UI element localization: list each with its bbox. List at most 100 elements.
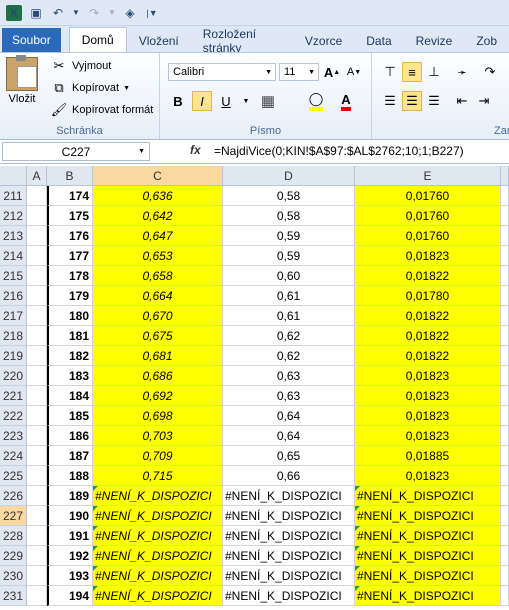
- cell-a[interactable]: [27, 506, 47, 526]
- cell-b[interactable]: 184: [47, 386, 93, 406]
- cell-f[interactable]: [501, 546, 509, 566]
- cell-c[interactable]: #NENÍ_K_DISPOZICI: [93, 566, 223, 586]
- cell-e[interactable]: 0,01760: [355, 186, 501, 206]
- cell-b[interactable]: 177: [47, 246, 93, 266]
- tab-view[interactable]: Zob: [464, 30, 509, 52]
- cell-d[interactable]: 0,59: [223, 226, 355, 246]
- cell-c[interactable]: #NENÍ_K_DISPOZICI: [93, 526, 223, 546]
- fill-color-icon[interactable]: ◯: [306, 91, 326, 111]
- cell-b[interactable]: 185: [47, 406, 93, 426]
- cell-b[interactable]: 180: [47, 306, 93, 326]
- cell-d[interactable]: 0,62: [223, 346, 355, 366]
- row-header[interactable]: 222: [0, 406, 27, 426]
- customize-qat-icon[interactable]: |▼: [144, 5, 160, 21]
- row-header[interactable]: 226: [0, 486, 27, 506]
- cell-e[interactable]: 0,01823: [355, 426, 501, 446]
- cell-d[interactable]: 0,66: [223, 466, 355, 486]
- name-box[interactable]: C227 ▼: [2, 142, 150, 161]
- cell-a[interactable]: [27, 586, 47, 606]
- cell-c[interactable]: 0,703: [93, 426, 223, 446]
- tab-file[interactable]: Soubor: [2, 28, 61, 52]
- cell-c[interactable]: 0,675: [93, 326, 223, 346]
- cell-e[interactable]: 0,01760: [355, 206, 501, 226]
- cell-d[interactable]: #NENÍ_K_DISPOZICI: [223, 566, 355, 586]
- cell-d[interactable]: #NENÍ_K_DISPOZICI: [223, 486, 355, 506]
- row-header[interactable]: 217: [0, 306, 27, 326]
- cell-a[interactable]: [27, 526, 47, 546]
- cell-f[interactable]: [501, 386, 509, 406]
- cell-e[interactable]: 0,01823: [355, 466, 501, 486]
- cell-f[interactable]: [501, 406, 509, 426]
- cell-b[interactable]: 186: [47, 426, 93, 446]
- tab-insert[interactable]: Vložení: [127, 30, 191, 52]
- cell-c[interactable]: 0,642: [93, 206, 223, 226]
- cell-e[interactable]: 0,01780: [355, 286, 501, 306]
- cell-a[interactable]: [27, 266, 47, 286]
- cell-d[interactable]: #NENÍ_K_DISPOZICI: [223, 526, 355, 546]
- grow-font-button[interactable]: A ▲: [322, 62, 342, 82]
- undo-dropdown-icon[interactable]: ▼: [72, 5, 80, 21]
- cell-c[interactable]: #NENÍ_K_DISPOZICI: [93, 506, 223, 526]
- excel-logo-icon[interactable]: X: [6, 4, 22, 21]
- cell-a[interactable]: [27, 226, 47, 246]
- cell-b[interactable]: 189: [47, 486, 93, 506]
- cell-c[interactable]: 0,698: [93, 406, 223, 426]
- cell-e[interactable]: 0,01822: [355, 326, 501, 346]
- cell-b[interactable]: 174: [47, 186, 93, 206]
- cell-f[interactable]: [501, 246, 509, 266]
- row-header[interactable]: 228: [0, 526, 27, 546]
- cell-f[interactable]: [501, 466, 509, 486]
- font-color-icon[interactable]: A: [336, 91, 356, 111]
- underline-button[interactable]: U: [216, 91, 236, 111]
- format-painter-button[interactable]: 🖌 Kopírovat formát: [50, 101, 154, 119]
- tab-formulas[interactable]: Vzorce: [293, 30, 354, 52]
- cell-e[interactable]: #NENÍ_K_DISPOZICI: [355, 506, 501, 526]
- row-header[interactable]: 227: [0, 506, 27, 526]
- cell-c[interactable]: #NENÍ_K_DISPOZICI: [93, 486, 223, 506]
- cell-a[interactable]: [27, 186, 47, 206]
- row-header[interactable]: 221: [0, 386, 27, 406]
- cell-f[interactable]: [501, 366, 509, 386]
- increase-indent-icon[interactable]: ⇥: [474, 91, 494, 111]
- align-middle-icon[interactable]: ≡: [402, 62, 422, 82]
- cell-d[interactable]: #NENÍ_K_DISPOZICI: [223, 586, 355, 606]
- cell-d[interactable]: 0,58: [223, 206, 355, 226]
- cell-a[interactable]: [27, 306, 47, 326]
- align-top-icon[interactable]: ⊤: [380, 62, 400, 82]
- cell-e[interactable]: #NENÍ_K_DISPOZICI: [355, 586, 501, 606]
- cell-f[interactable]: [501, 586, 509, 606]
- cell-c[interactable]: 0,636: [93, 186, 223, 206]
- binoculars-icon[interactable]: ◈: [122, 5, 138, 21]
- cell-c[interactable]: 0,658: [93, 266, 223, 286]
- cell-e[interactable]: 0,01760: [355, 226, 501, 246]
- column-header-f[interactable]: [501, 166, 509, 186]
- insert-function-icon[interactable]: fx: [190, 143, 201, 157]
- column-header-c[interactable]: C: [93, 166, 223, 186]
- cell-f[interactable]: [501, 486, 509, 506]
- cell-b[interactable]: 191: [47, 526, 93, 546]
- cell-d[interactable]: 0,63: [223, 366, 355, 386]
- cell-c[interactable]: 0,653: [93, 246, 223, 266]
- cell-c[interactable]: 0,715: [93, 466, 223, 486]
- cell-d[interactable]: 0,61: [223, 306, 355, 326]
- cell-c[interactable]: 0,647: [93, 226, 223, 246]
- cell-f[interactable]: [501, 326, 509, 346]
- row-header[interactable]: 223: [0, 426, 27, 446]
- cell-d[interactable]: 0,59: [223, 246, 355, 266]
- cell-a[interactable]: [27, 326, 47, 346]
- cell-a[interactable]: [27, 246, 47, 266]
- column-header-a[interactable]: A: [27, 166, 47, 186]
- align-left-icon[interactable]: ☰: [380, 91, 400, 111]
- cell-a[interactable]: [27, 486, 47, 506]
- cell-f[interactable]: [501, 286, 509, 306]
- row-header[interactable]: 225: [0, 466, 27, 486]
- cell-a[interactable]: [27, 346, 47, 366]
- cell-a[interactable]: [27, 386, 47, 406]
- cell-e[interactable]: #NENÍ_K_DISPOZICI: [355, 546, 501, 566]
- cell-b[interactable]: 190: [47, 506, 93, 526]
- copy-button[interactable]: ⧉ Kopírovat ▼: [50, 79, 130, 97]
- wrap-text-icon[interactable]: ↷: [480, 62, 500, 82]
- cell-d[interactable]: #NENÍ_K_DISPOZICI: [223, 546, 355, 566]
- redo-icon[interactable]: ↷: [86, 5, 102, 21]
- row-header[interactable]: 230: [0, 566, 27, 586]
